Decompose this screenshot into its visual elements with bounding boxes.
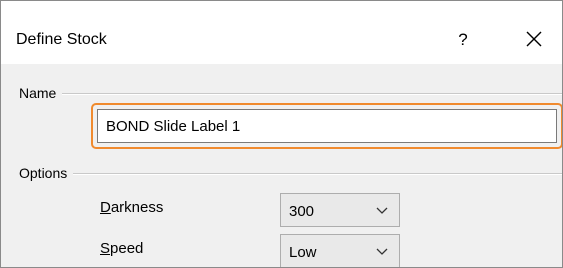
speed-select[interactable]: Low [280, 234, 400, 267]
name-input[interactable] [97, 109, 557, 143]
darkness-label: Darkness [100, 199, 163, 216]
close-button[interactable] [519, 26, 549, 52]
darkness-label-mnemonic: D [100, 199, 111, 216]
options-group-label: Options [19, 165, 74, 181]
darkness-select[interactable]: 300 [280, 193, 400, 227]
speed-label: Speed [100, 240, 143, 257]
dialog-title: Define Stock [16, 31, 107, 48]
chevron-down-icon [375, 247, 389, 257]
name-group-label: Name [19, 85, 63, 101]
speed-label-mnemonic: S [100, 240, 111, 257]
speed-value: Low [289, 244, 317, 261]
help-button[interactable]: ? [453, 30, 473, 50]
define-stock-dialog: Define Stock ? Name Options Darkness 300… [0, 0, 563, 268]
chevron-down-icon [375, 206, 389, 216]
options-group-divider [19, 173, 562, 175]
name-group-divider [19, 93, 562, 95]
speed-label-rest: peed [110, 240, 144, 257]
darkness-label-rest: arkness [110, 199, 164, 216]
title-bar: Define Stock ? [1, 1, 562, 64]
close-icon [519, 26, 549, 52]
darkness-value: 300 [289, 203, 315, 220]
